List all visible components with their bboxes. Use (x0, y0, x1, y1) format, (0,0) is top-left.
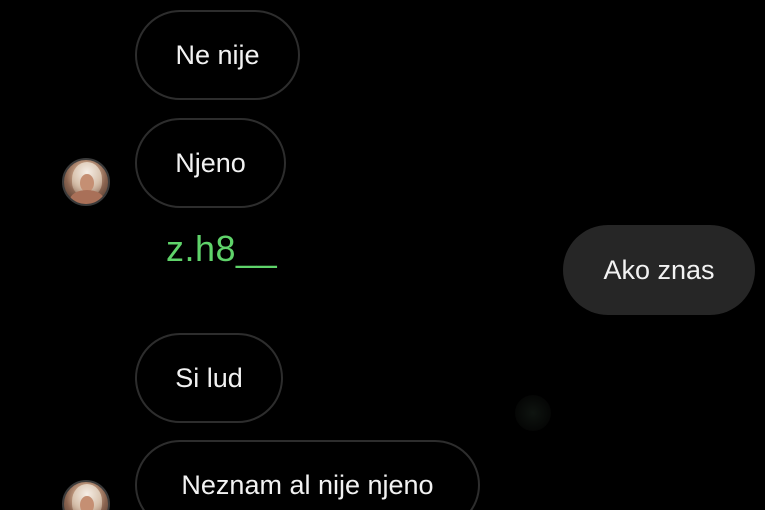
message-text: Si lud (175, 362, 243, 393)
sender-avatar[interactable] (62, 480, 110, 510)
faded-reaction-icon (515, 395, 551, 431)
chat-thread[interactable]: Ne nije Njeno z.h8__ Ako znas Si lud Nez… (0, 0, 765, 510)
message-bubble-incoming[interactable]: Neznam al nije njeno (135, 440, 480, 510)
message-bubble-outgoing[interactable]: Ako znas (563, 225, 755, 315)
message-text: Neznam al nije njeno (181, 469, 434, 500)
mention-username[interactable]: z.h8__ (166, 228, 277, 270)
message-bubble-incoming[interactable]: Si lud (135, 333, 283, 423)
message-bubble-incoming[interactable]: Ne nije (135, 10, 300, 100)
message-text: Ako znas (603, 254, 715, 285)
message-text: Ne nije (175, 39, 260, 70)
sender-avatar[interactable] (62, 158, 110, 206)
message-text: Njeno (175, 147, 246, 178)
message-bubble-incoming[interactable]: Njeno (135, 118, 286, 208)
